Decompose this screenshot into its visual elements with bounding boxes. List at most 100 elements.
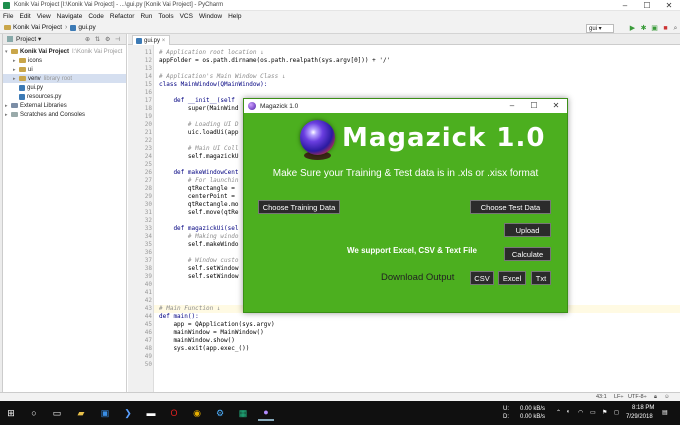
tree-item-resources-py[interactable]: resources.py [3,92,126,101]
net-down-speed: 0.00 kB/s [520,414,546,420]
python-file-icon [19,93,25,100]
action-center-icon[interactable]: ▤ [662,409,668,416]
wifi-icon[interactable]: ◠ [578,409,583,416]
download-csv-button[interactable]: CSV [470,271,494,285]
maximize-icon[interactable]: ☐ [636,0,658,11]
editor-tab-bar: gui.py × [128,34,680,45]
debug-icon[interactable]: ✱ [639,24,648,33]
line-number: 43 [144,305,152,312]
tree-item-gui-py[interactable]: gui.py [3,83,126,92]
upload-button[interactable]: Upload [504,223,551,237]
choose-test-data-button[interactable]: Choose Test Data [470,200,551,214]
project-panel-header[interactable]: Project ▾ ⊕ ⇅ ⚙ ⊣ [3,34,126,45]
notification-icon[interactable]: ◻ [614,409,619,416]
terminal-icon[interactable]: ▬ [143,405,159,421]
line-number: 14 [144,73,152,80]
breadcrumb-file[interactable]: gui.py [70,24,96,31]
line-number: 12 [144,57,152,64]
menu-navigate[interactable]: Navigate [57,13,83,20]
line-number: 42 [144,297,152,304]
line-number: 24 [144,153,152,160]
menu-file[interactable]: File [3,13,13,20]
search-icon[interactable]: ○ [26,405,42,421]
flag-icon[interactable]: ⚑ [602,409,607,416]
menu-run[interactable]: Run [140,13,152,20]
download-txt-button[interactable]: Txt [531,271,551,285]
settings-icon[interactable]: ⚙ [212,405,228,421]
tree-item-scratches[interactable]: ▸ Scratches and Consoles [3,110,126,119]
download-excel-button[interactable]: Excel [498,271,526,285]
line-number: 48 [144,345,152,352]
dialog-maximize-icon[interactable]: ☐ [523,99,545,113]
cursor-position[interactable]: 43:1 [596,394,607,400]
run-icon[interactable]: ▶ [628,24,637,33]
gear-icon[interactable]: ⚙ [105,36,110,43]
python-file-icon [19,84,25,91]
line-separator[interactable]: LF÷ [614,394,623,400]
speaker-icon[interactable]: ◖ [566,409,570,415]
tab-gui-py[interactable]: gui.py × [132,35,170,45]
tree-item-venv[interactable]: ▸ venv library root [3,74,126,83]
folder-icon [11,49,18,54]
line-number: 30 [144,201,152,208]
globe-icon[interactable]: ⊕ [85,36,90,43]
menu-help[interactable]: Help [228,13,241,20]
chrome-icon[interactable]: ◉ [189,405,205,421]
inspector-icon[interactable]: ☺ [664,394,670,400]
line-number: 37 [144,257,152,264]
menu-refactor[interactable]: Refactor [110,13,135,20]
code-line: class MainWindow(QMainWindow): [159,81,268,88]
breadcrumb: Konik Vai Project › gui.py [0,22,680,34]
project-icon [7,36,13,42]
breadcrumb-project[interactable]: Konik Vai Project [4,24,62,31]
opera-icon[interactable]: O [166,405,182,421]
store-icon[interactable]: ▣ [97,405,113,421]
clock-date[interactable]: 7/29/2018 [626,414,653,420]
chevron-up-icon[interactable]: ⌃ [556,409,561,416]
menu-view[interactable]: View [37,13,51,20]
line-number: 20 [144,121,152,128]
menu-tools[interactable]: Tools [158,13,173,20]
stop-icon[interactable]: ■ [661,24,670,33]
battery-icon[interactable]: ▭ [590,409,596,416]
minimize-icon[interactable]: – [614,0,636,11]
menu-edit[interactable]: Edit [19,13,30,20]
coverage-icon[interactable]: ▣ [650,24,659,33]
lock-icon[interactable]: 🔒︎ [654,394,657,401]
choose-training-data-button[interactable]: Choose Training Data [258,200,340,214]
line-number: 25 [144,161,152,168]
tree-item-ui[interactable]: ▸ ui [3,65,126,74]
windows-start-icon[interactable]: ⊞ [3,405,19,421]
code-line: # Application root location ↓ [159,49,264,56]
dialog-close-icon[interactable]: ✕ [545,99,567,113]
hide-icon[interactable]: ⊣ [115,36,120,43]
clock-time[interactable]: 8:18 PM [632,405,654,411]
pycharm-icon[interactable]: ▦ [235,405,251,421]
menu-code[interactable]: Code [88,13,104,20]
line-number: 23 [144,145,152,152]
file-explorer-icon[interactable]: ▰ [73,405,89,421]
close-tab-icon[interactable]: × [162,38,166,44]
calculate-button[interactable]: Calculate [504,247,551,261]
tree-item-icons[interactable]: ▸ icons [3,56,126,65]
windows-taskbar: ⊞ ○ ▭ ▰ ▣ ❯ ▬ O ◉ ⚙ ▦ ● U: D: 0.00 kB/s … [0,401,680,425]
run-config-select[interactable]: gui ▾ [586,24,614,33]
close-icon[interactable]: ✕ [658,0,680,11]
task-view-icon[interactable]: ▭ [49,405,65,421]
magazick-app-icon [248,102,256,110]
search-icon[interactable]: ⌕ [671,24,680,33]
line-number: 47 [144,337,152,344]
file-encoding[interactable]: UTF-8÷ [628,394,647,400]
line-number: 16 [144,89,152,96]
collapse-icon[interactable]: ⇅ [95,36,100,43]
magazick-taskbar-icon[interactable]: ● [258,405,274,421]
menu-vcs[interactable]: VCS [180,13,193,20]
folder-icon [19,76,26,81]
powershell-icon[interactable]: ❯ [120,405,136,421]
menu-window[interactable]: Window [199,13,222,20]
dialog-minimize-icon[interactable]: – [501,99,523,113]
code-line: def magazickUi(sel [159,225,239,232]
line-number: 29 [144,193,152,200]
tree-item-root[interactable]: ▾ Konik Vai Project I:\Konik Vai Project [3,47,126,56]
tree-item-external-libraries[interactable]: ▸ External Libraries [3,101,126,110]
